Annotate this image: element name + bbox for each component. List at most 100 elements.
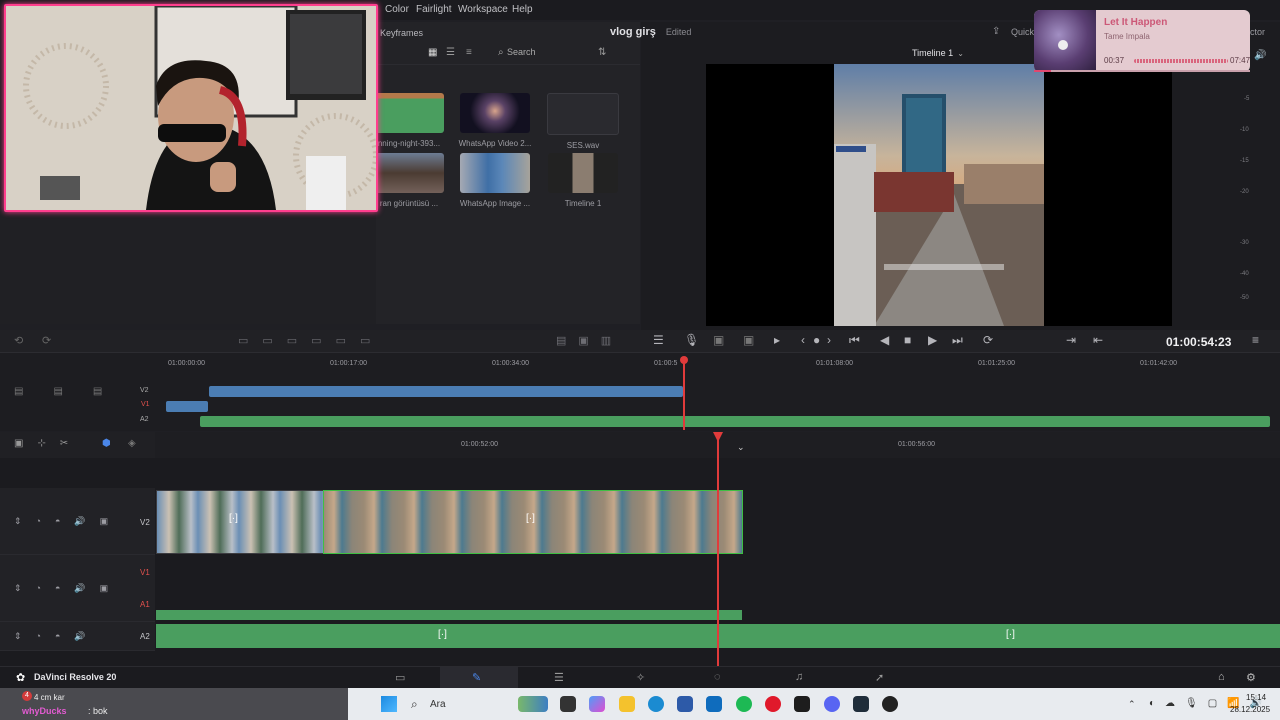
menu-fairlight[interactable]: Fairlight [416,4,452,15]
timeline-selector[interactable]: Timeline 1 ⌄ [912,46,964,60]
track-controls-icons[interactable]: ⇕◔◓🔊▣ [14,516,122,527]
album-art [1034,10,1096,72]
menu-workspace[interactable]: Workspace [458,4,508,15]
volume-icon[interactable]: 🔊 [1254,50,1266,61]
outlook-icon[interactable] [706,696,722,712]
copilot-icon[interactable] [589,696,605,712]
stop-icon[interactable]: ■ [904,333,911,347]
davinci-taskbar-icon[interactable] [853,696,869,712]
color-page-icon[interactable]: ◌ [714,671,721,683]
timeline-tool-icons[interactable]: ▣⊹✂ [14,438,82,449]
webcam-feed [6,6,376,210]
chevron-down-icon[interactable]: ⌄ [737,442,745,453]
clip-link-icon: [·] [438,629,447,640]
prev-marker-icon[interactable]: ⇥ [1066,333,1076,347]
overview-playhead[interactable] [683,358,685,430]
detail-view-icon[interactable]: ≡ [466,47,472,58]
sort-icon[interactable]: ⇅ [598,47,606,58]
fairlight-page-icon[interactable]: ♫ [795,671,803,683]
clip-thumbnail [460,153,530,193]
obs-icon[interactable] [882,696,898,712]
waveform-progress[interactable] [1134,59,1228,63]
step-back-icon[interactable]: ◀ [880,333,889,347]
discord-icon[interactable] [824,696,840,712]
audio-clip-a2-a[interactable]: [·] [156,624,743,648]
options-menu-icon[interactable]: ≡ [1252,333,1259,347]
store-icon[interactable] [677,696,693,712]
video-clip-bar[interactable] [166,401,208,412]
media-page-icon[interactable]: ▭ [395,671,405,684]
microphone-icon[interactable]: 🎙 [684,333,699,347]
taskbar-search[interactable]: Ara [430,699,446,710]
quick-export-label[interactable]: Quick [1011,27,1034,37]
fx-icon[interactable]: ▣ [713,333,724,347]
media-clip[interactable]: ran görüntüsü ... [369,153,449,208]
opera-icon[interactable] [765,696,781,712]
home-icon[interactable]: ⌂ [1218,671,1225,683]
edge-icon[interactable] [648,696,664,712]
fusion-page-icon[interactable]: ✧ [636,671,645,684]
marker-icon[interactable]: ⬢ [102,438,111,449]
jog-dot-icon[interactable]: ● [813,333,820,347]
search-icon: ⌕ [498,47,504,58]
widgets-icon[interactable] [518,696,548,712]
edit-tool-icons[interactable]: ▭▭▭▭▭▭ [238,334,384,347]
progress-track [1034,70,1250,72]
quick-export-icon[interactable]: ⇪ [992,26,1000,37]
grid-view-icon[interactable]: ▦ [428,47,437,58]
go-to-start-icon[interactable]: ⏮ [849,333,860,348]
audio-clip-bar[interactable] [200,416,1270,427]
search-input[interactable]: Search [507,47,587,57]
redo-icon[interactable]: ⟳ [42,334,51,347]
edit-page-icon[interactable]: ✎ [472,671,481,684]
windows-start-icon[interactable] [381,696,397,712]
clip-tool-icons[interactable]: ▤▣▥ [556,334,623,347]
chevron-up-icon[interactable]: ⌃ [1128,699,1136,710]
list-view-icon[interactable]: ☰ [446,47,455,58]
ruler-label: 01:01:25:00 [978,360,1015,367]
video-clip-bar[interactable] [209,386,683,397]
flag-icon[interactable]: ◈ [128,438,136,449]
mixer-icon[interactable]: ☰ [653,333,664,347]
video-clip-v2-a[interactable]: [·] [156,490,324,554]
cut-page-icon[interactable]: ☰ [554,671,564,684]
menu-help[interactable]: Help [512,4,533,15]
track-controls-icons[interactable]: ⇕◔◓🔊 [14,631,100,642]
overview-ruler[interactable]: 01:00:00:00 01:00:17:00 01:00:34:00 01:0… [160,356,1280,370]
project-name: vlog girş [610,26,656,38]
overview-tool-icons[interactable]: ▤▤▤ [14,386,132,397]
spotify-icon[interactable] [736,696,752,712]
undo-icon[interactable]: ⟲ [14,334,23,347]
audio-clip-a1[interactable] [156,610,742,620]
audio-meter: -5 -10 -15 -20 -30 -40 -50 [1234,90,1264,310]
ruler-label: 01:00:00:00 [168,360,205,367]
settings-icon[interactable]: ⚙ [1246,671,1256,684]
playhead-handle[interactable] [680,356,688,364]
track-header-v2: ⇕◔◓🔊▣ V2 [0,488,155,555]
play-reverse-icon[interactable]: ▸ [774,333,780,347]
file-explorer-icon[interactable] [619,696,635,712]
audio-clip-a2-b[interactable]: [·] [743,624,1280,648]
media-clip[interactable]: nning-night-393... [369,93,449,148]
inspector-label[interactable]: ctor [1250,27,1265,37]
media-clip[interactable]: Timeline 1 [543,153,623,208]
play-icon[interactable]: ▶ [928,333,937,347]
next-marker-icon[interactable]: ⇤ [1093,333,1103,347]
deliver-page-icon[interactable]: ➚ [875,671,884,684]
menu-color[interactable]: Color [385,4,409,15]
jog-prev-icon[interactable]: ‹ [801,333,805,347]
media-clip[interactable]: WhatsApp Video 2... [455,93,535,148]
timeline-name: Timeline 1 [912,48,954,58]
go-to-end-icon[interactable]: ⏭ [952,333,963,348]
capcut-icon[interactable] [794,696,810,712]
bypass-icon[interactable]: ▣ [743,333,754,347]
jog-next-icon[interactable]: › [827,333,831,347]
video-clip-v2-b[interactable]: [·] [323,490,743,554]
media-clip[interactable]: SES.wav [543,93,623,150]
track-controls-icons[interactable]: ⇕◔◓🔊▣ [14,583,122,594]
keyframes-tab[interactable]: Keyframes [380,28,423,38]
task-view-icon[interactable] [560,696,576,712]
media-clip[interactable]: WhatsApp Image ... [455,153,535,208]
timeline-playhead[interactable] [717,436,719,666]
loop-icon[interactable]: ⟳ [983,333,993,347]
